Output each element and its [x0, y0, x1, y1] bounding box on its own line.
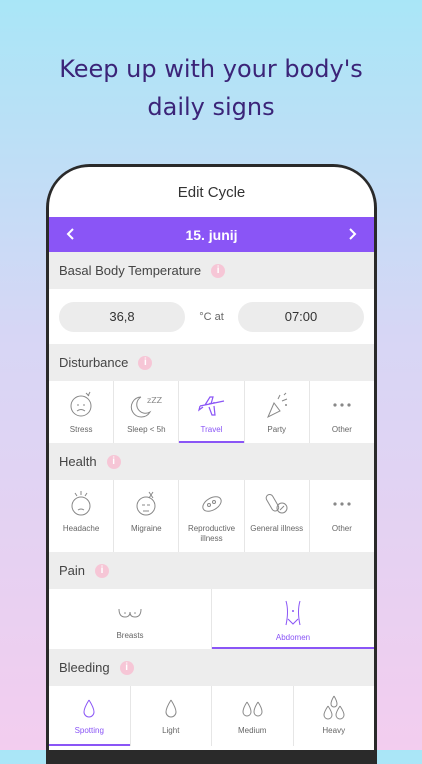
info-icon[interactable]: i [138, 355, 153, 370]
airplane-icon [197, 396, 224, 416]
temperature-title: Basal Body Temperature [59, 263, 202, 278]
disturbance-party[interactable]: Party [245, 381, 310, 443]
pain-label: Abdomen [275, 633, 311, 642]
disturbance-label: Travel [200, 425, 223, 434]
pain-abdomen[interactable]: Abdomen [212, 589, 374, 649]
chevron-right-icon[interactable] [344, 224, 360, 245]
health-label: Other [331, 524, 352, 533]
disturbance-title: Disturbance [59, 355, 129, 370]
sleep-icon: zZZ [131, 396, 163, 418]
health-title: Health [59, 454, 97, 469]
promo-line-2: daily signs [147, 93, 275, 121]
promo-headline: Keep up with your body's daily signs [0, 50, 422, 126]
pain-grid: Breasts Abdomen [49, 589, 374, 649]
info-icon[interactable]: i [119, 660, 134, 675]
bleeding-label: Heavy [322, 726, 346, 735]
health-label: Migraine [130, 524, 162, 533]
bleeding-title: Bleeding [59, 660, 110, 675]
disturbance-label: Other [331, 425, 352, 434]
disturbance-travel[interactable]: Travel [179, 381, 245, 443]
bleeding-label: Spotting [74, 726, 104, 735]
disturbance-label: Stress [69, 425, 93, 434]
temperature-row: 36,8 °C at 07:00 [49, 289, 374, 344]
health-headache[interactable]: Headache [49, 480, 115, 552]
bleeding-heavy[interactable]: Heavy [294, 686, 375, 746]
health-label: Headache [62, 524, 100, 533]
bleeding-label: Light [162, 726, 180, 735]
pain-breasts[interactable]: Breasts [49, 589, 212, 649]
disturbance-grid: Stress zZZ Sleep < 5h Travel Party Other [49, 381, 374, 443]
section-disturbance: Disturbance i [49, 344, 374, 381]
breasts-icon [118, 608, 142, 618]
temperature-time-field[interactable]: 07:00 [238, 301, 364, 332]
drop-icon [83, 699, 95, 718]
bleeding-light[interactable]: Light [131, 686, 212, 746]
health-reproductive[interactable]: Reproductive illness [179, 480, 245, 552]
disturbance-other[interactable]: Other [310, 381, 374, 443]
app-screen: Edit Cycle 15. junij Basal Body Temperat… [49, 167, 374, 750]
date-label: 15. junij [185, 226, 238, 243]
abdomen-icon [285, 600, 301, 626]
party-popper-icon [266, 392, 287, 419]
info-icon[interactable]: i [106, 454, 121, 469]
migraine-icon [136, 491, 156, 516]
headache-icon [71, 491, 91, 516]
date-bar: 15. junij [49, 217, 374, 252]
promo-line-1: Keep up with your body's [59, 55, 363, 83]
more-icon [333, 403, 351, 407]
health-label: General illness [250, 524, 304, 533]
disturbance-label: Sleep < 5h [127, 425, 166, 434]
drop-icon [165, 699, 177, 718]
svg-text:zZZ: zZZ [147, 396, 163, 405]
screen-title: Edit Cycle [177, 184, 246, 201]
section-pain: Pain i [49, 552, 374, 589]
pills-icon [265, 493, 288, 514]
disturbance-stress[interactable]: Stress [49, 381, 115, 443]
health-other[interactable]: Other [310, 480, 374, 552]
section-temperature: Basal Body Temperature i [49, 252, 374, 289]
temperature-value-field[interactable]: 36,8 [59, 301, 185, 332]
disturbance-sleep[interactable]: zZZ Sleep < 5h [114, 381, 180, 443]
bleeding-label: Medium [238, 726, 267, 735]
drops-icon [242, 701, 263, 717]
more-icon [333, 502, 351, 506]
bleeding-grid: Spotting Light Medium Heavy [49, 686, 374, 746]
disturbance-label: Party [267, 425, 287, 434]
bacteria-icon [201, 496, 222, 512]
health-general[interactable]: General illness [245, 480, 310, 552]
chevron-left-icon[interactable] [63, 224, 79, 245]
pain-label: Breasts [116, 631, 144, 640]
info-icon[interactable]: i [211, 263, 226, 278]
section-health: Health i [49, 443, 374, 480]
bleeding-spotting[interactable]: Spotting [49, 686, 131, 746]
pain-title: Pain [59, 563, 86, 578]
section-bleeding: Bleeding i [49, 649, 374, 686]
bleeding-medium[interactable]: Medium [212, 686, 294, 746]
stress-face-icon [70, 391, 92, 417]
health-label: Reproductive illness [187, 524, 236, 543]
health-grid: Headache Migraine Reproductive illness G… [49, 480, 374, 552]
info-icon[interactable]: i [95, 563, 110, 578]
temperature-unit-label: °C at [199, 310, 224, 323]
health-migraine[interactable]: Migraine [114, 480, 180, 552]
drops-heavy-icon [323, 695, 345, 720]
